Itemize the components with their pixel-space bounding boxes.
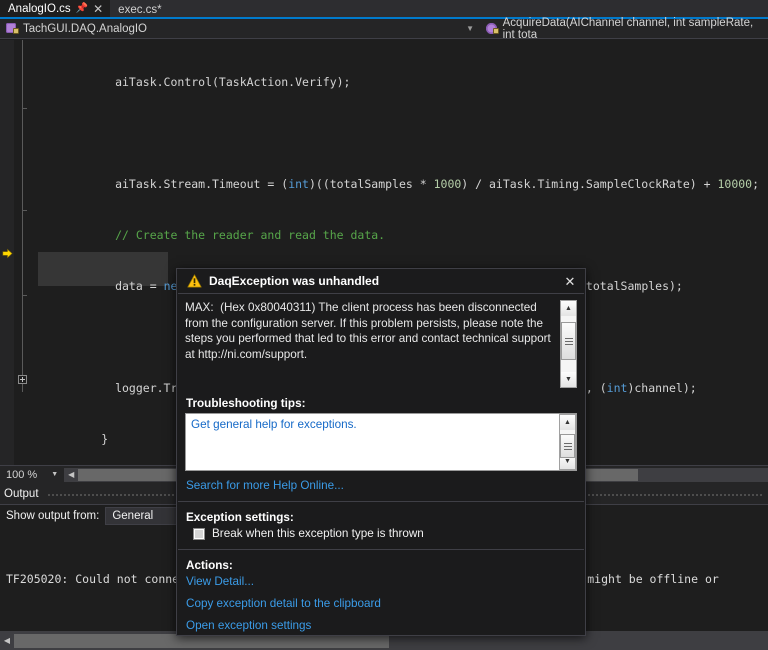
outline-tick [22, 108, 27, 109]
warning-triangle-icon [187, 274, 202, 288]
exception-message: MAX: (Hex 0x80040311) The client process… [185, 301, 555, 361]
open-exception-settings-link[interactable]: Open exception settings [186, 619, 576, 632]
triangle-left-icon[interactable]: ◀ [64, 467, 79, 482]
class-icon [6, 22, 19, 35]
visual-studio-window: AnalogIO.cs 📌 ✕ exec.cs* TachGUI.DAQ.Ana… [0, 0, 768, 650]
outline-tick [22, 295, 27, 296]
navigation-bar: TachGUI.DAQ.AnalogIO ▼ AcquireData(AICha… [0, 16, 768, 41]
troubleshooting-tips-list: Get general help for exceptions. [186, 414, 559, 470]
break-on-throw-checkbox[interactable] [193, 527, 205, 540]
tips-scrollbar[interactable]: ▲ ▼ [559, 414, 576, 470]
zoom-level-label: 100 % [6, 468, 38, 481]
search-more-help-online-link[interactable]: Search for more Help Online... [186, 479, 344, 492]
outline-tick [22, 210, 27, 211]
scrollbar-thumb[interactable] [561, 322, 576, 360]
method-icon [486, 22, 499, 35]
dialog-titlebar: DaqException was unhandled ✕ [177, 269, 585, 293]
actions-label: Actions: [186, 559, 233, 572]
code-line: aiTask.Stream.Timeout = (int)((totalSamp… [32, 177, 760, 191]
tab-label: exec.cs* [118, 4, 162, 16]
current-statement-arrow-icon [2, 248, 13, 259]
indicator-margin[interactable] [0, 40, 14, 465]
dialog-title: DaqException was unhandled [209, 274, 380, 288]
output-window-title: Output [4, 487, 39, 500]
tip-link-general-help[interactable]: Get general help for exceptions. [191, 418, 357, 431]
troubleshooting-tips-box[interactable]: Get general help for exceptions. ▲ ▼ [185, 413, 577, 471]
scrollbar-track[interactable] [561, 316, 576, 372]
member-dropdown-content: AcquireData(AIChannel channel, int sampl… [480, 16, 768, 41]
exception-message-area: MAX: (Hex 0x80040311) The client process… [185, 300, 577, 388]
exception-settings-label: Exception settings: [186, 511, 294, 524]
close-icon[interactable]: ✕ [93, 3, 103, 15]
view-detail-link[interactable]: View Detail... [186, 575, 576, 588]
outline-guideline [22, 40, 23, 392]
zoom-dropdown[interactable]: 100 % ▼ [0, 466, 64, 484]
outlining-margin[interactable] [14, 40, 32, 465]
copy-exception-detail-link[interactable]: Copy exception detail to the clipboard [186, 597, 576, 610]
pin-icon[interactable]: 📌 [76, 4, 88, 14]
type-dropdown[interactable]: TachGUI.DAQ.AnalogIO ▼ [0, 19, 480, 39]
triangle-left-icon[interactable]: ◀ [0, 631, 14, 650]
close-icon[interactable]: ✕ [561, 275, 579, 288]
type-dropdown-content: TachGUI.DAQ.AnalogIO [0, 19, 153, 39]
scrollbar-track[interactable] [560, 430, 575, 458]
triangle-down-icon[interactable]: ▼ [561, 372, 576, 387]
break-on-throw-label: Break when this exception type is thrown [212, 527, 424, 540]
divider [178, 549, 584, 550]
member-dropdown[interactable]: AcquireData(AIChannel channel, int sampl… [480, 16, 768, 41]
divider [178, 293, 584, 294]
search-help-online-row: Search for more Help Online... [186, 478, 576, 492]
plus-box-icon[interactable] [18, 375, 27, 384]
code-line: // Create the reader and read the data. [32, 228, 386, 242]
message-scrollbar[interactable]: ▲ ▼ [560, 300, 577, 388]
show-output-from-label: Show output from: [6, 510, 100, 522]
code-line: aiTask.Control(TaskAction.Verify); [32, 75, 351, 89]
break-on-throw-row[interactable]: Break when this exception type is thrown [193, 527, 576, 540]
chevron-down-icon[interactable]: ▼ [51, 471, 58, 478]
type-name-label: TachGUI.DAQ.AnalogIO [23, 22, 147, 35]
scrollbar-thumb[interactable] [560, 434, 575, 458]
member-name-label: AcquireData(AIChannel channel, int sampl… [502, 16, 754, 41]
output-line-left: TF205020: Could not connect [6, 572, 193, 586]
divider [178, 501, 584, 502]
actions-list: View Detail... Copy exception detail to … [186, 575, 576, 632]
troubleshooting-tips-label: Troubleshooting tips: [186, 397, 306, 410]
triangle-up-icon[interactable]: ▲ [560, 415, 575, 430]
triangle-up-icon[interactable]: ▲ [561, 301, 576, 316]
chevron-down-icon[interactable]: ▼ [466, 24, 480, 33]
tab-label: AnalogIO.cs [8, 3, 71, 15]
exception-assistant-dialog[interactable]: DaqException was unhandled ✕ MAX: (Hex 0… [176, 268, 586, 636]
